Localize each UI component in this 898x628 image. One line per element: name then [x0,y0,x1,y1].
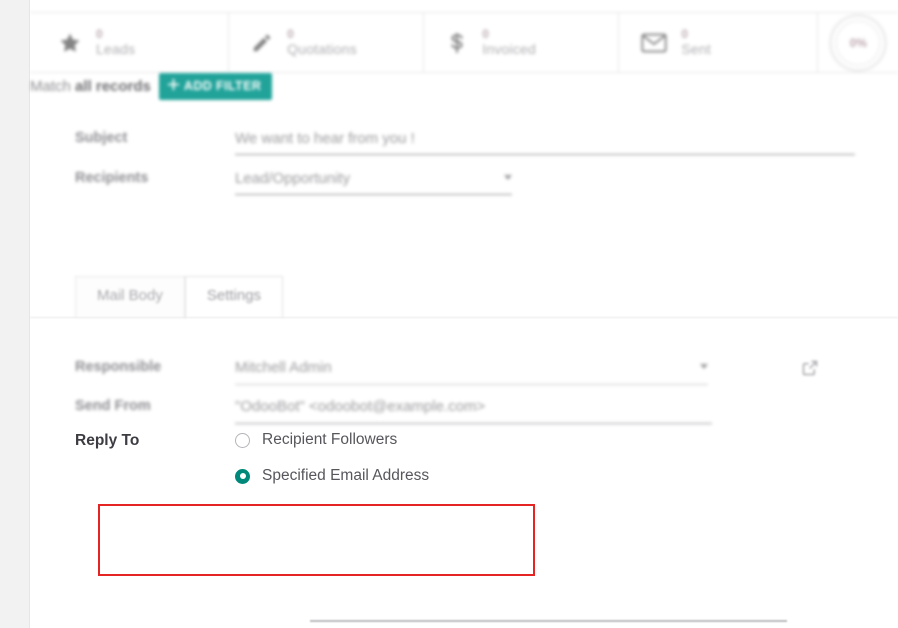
app-screenshot: 0 Leads 0 Quotations 0 Invoiced 0 Sent 0… [0,0,898,628]
send-from-input[interactable]: "OdooBot" <odoobot@example.com> [235,398,712,424]
stat-button-sent[interactable]: 0 Sent [619,13,819,72]
tab-divider [30,317,898,318]
stat-button-quotations[interactable]: 0 Quotations [229,13,425,72]
reply-to-label: Reply To [75,432,140,449]
stat-text-quotations: 0 Quotations [287,28,357,56]
radio-icon-unselected [235,432,250,448]
radio-label-recipient-followers: Recipient Followers [262,431,398,448]
external-link-icon[interactable] [802,360,818,381]
tab-settings[interactable]: Settings [184,276,284,318]
match-strong: all records [75,78,151,95]
stat-button-leads[interactable]: 0 Leads [30,13,230,72]
stat-button-invoiced[interactable]: 0 Invoiced [424,13,620,72]
form-panel: 0 Leads 0 Quotations 0 Invoiced 0 Sent 0… [30,0,898,628]
stat-label-quotations: Quotations [287,40,357,57]
plus-icon [167,79,179,93]
radio-label-specified-email-address: Specified Email Address [262,467,430,484]
field-row-recipients: Recipients Lead/Opportunity [30,170,898,195]
stat-count-sent: 0 [681,27,689,42]
pencil-icon [251,32,273,54]
stat-buttons-bar: 0 Leads 0 Quotations 0 Invoiced 0 Sent 0… [30,12,898,73]
stat-count-leads: 0 [96,27,103,42]
reply-to-highlight-box [98,504,535,576]
field-row-responsible: Responsible Mitchell Admin [30,359,898,385]
form-body: Subject We want to hear from you ! Recip… [30,73,898,628]
left-gutter [0,0,30,628]
stat-count-quotations: 0 [287,27,294,42]
match-prefix: Match [30,78,76,95]
stat-label-leads: Leads [96,40,136,57]
chevron-down-icon [700,364,708,369]
send-from-label: Send From [75,398,151,414]
responsible-input[interactable]: Mitchell Admin [235,359,708,385]
responsible-value: Mitchell Admin [235,359,332,376]
stat-label-invoiced: Invoiced [482,40,536,57]
reply-to-radio-group: Recipient Followers Specified Email Addr… [235,431,429,485]
recipients-value: Lead/Opportunity [235,170,351,187]
stat-text-sent: 0 Sent [681,28,711,56]
stat-text-leads: 0 Leads [96,28,135,56]
progress-value: 0% [849,35,867,50]
dollar-icon [446,31,468,55]
tab-bar: Mail Body Settings [75,276,284,318]
recipients-select[interactable]: Lead/Opportunity [235,170,512,195]
responsible-label: Responsible [75,359,162,375]
chevron-down-icon [504,175,512,180]
envelope-icon [641,32,667,54]
subject-input[interactable]: We want to hear from you ! [235,130,855,155]
subject-label: Subject [75,130,128,146]
field-row-reply-to: Reply To Recipient Followers Specified E… [30,431,898,485]
star-icon [58,31,82,55]
stat-count-invoiced: 0 [482,27,489,42]
field-row-send-from: Send From "OdooBot" <odoobot@example.com… [30,398,898,424]
field-row-subject: Subject We want to hear from you ! [30,130,898,155]
stat-button-progress[interactable]: 0% [818,13,898,72]
add-filter-button[interactable]: ADD FILTER [158,73,273,100]
match-filter-row: Match all records ADD FILTER [30,73,898,100]
attachments-divider [310,620,787,622]
stat-label-sent: Sent [681,40,711,57]
radio-icon-selected [235,468,250,484]
recipients-label: Recipients [75,170,149,186]
radio-option-specified-email-address[interactable]: Specified Email Address [235,467,429,485]
stat-text-invoiced: 0 Invoiced [482,28,536,56]
tab-mail-body[interactable]: Mail Body [75,276,185,318]
radio-option-recipient-followers[interactable]: Recipient Followers [235,431,429,449]
match-text: Match all records [30,78,151,95]
progress-ring-icon: 0% [829,13,888,72]
add-filter-label: ADD FILTER [183,79,262,93]
